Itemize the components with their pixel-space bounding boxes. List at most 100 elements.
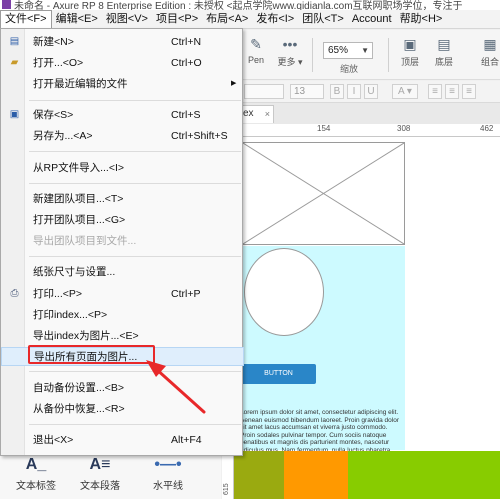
menu-item-print[interactable]: ⎙ 打印...<P> Ctrl+P [1, 285, 244, 303]
ruler-tick: 462 [480, 124, 494, 133]
horizontal-ruler: 154 308 462 [222, 124, 500, 137]
font-style-select[interactable] [244, 84, 284, 99]
menu-item-label: 退出<X> [33, 434, 74, 446]
align-right-button[interactable]: ≡ [462, 84, 476, 99]
menu-team[interactable]: 团队<T> [298, 10, 348, 29]
send-to-bottom-button[interactable]: ▤ 底层 [432, 36, 456, 68]
pen-icon: ✎ [250, 36, 262, 52]
new-file-icon: ▤ [9, 36, 20, 47]
menu-item-export-index-image[interactable]: 导出index为图片...<E> [1, 327, 244, 345]
menu-item-new-team-project[interactable]: 新建团队项目...<T> [1, 190, 244, 208]
widget-label: 水平线 [153, 481, 183, 492]
menu-item-print-index[interactable]: 打印index...<P> [1, 306, 244, 324]
widget-text-label[interactable]: A_ 文本标签 [6, 453, 66, 492]
menu-bar: 文件<F> 编辑<E> 视图<V> 项目<P> 布局<A> 发布<I> 团队<T… [0, 9, 500, 29]
bring-to-top-button[interactable]: ▣ 顶层 [398, 36, 422, 68]
menu-item-save[interactable]: ▣ 保存<S> Ctrl+S [1, 106, 244, 124]
menu-help[interactable]: 帮助<H> [396, 10, 447, 29]
ruler-tick: 308 [397, 124, 411, 133]
text-label-icon: A_ [25, 456, 47, 473]
menu-item-label: 打印...<P> [33, 288, 83, 300]
align-center-button[interactable]: ≡ [445, 84, 459, 99]
menu-edit[interactable]: 编辑<E> [52, 10, 102, 29]
group-button[interactable]: ▦ 组合 [478, 36, 500, 68]
color-block-green[interactable] [348, 451, 500, 499]
menu-separator [29, 424, 241, 425]
image-placeholder[interactable] [242, 142, 405, 245]
menu-item-label: 打开最近编辑的文件 [33, 78, 128, 90]
menu-arrange[interactable]: 布局<A> [202, 10, 252, 29]
menu-publish[interactable]: 发布<I> [252, 10, 298, 29]
menu-item-open-team-project[interactable]: 打开团队项目...<G> [1, 211, 244, 229]
menu-item-label: 新建<N> [33, 36, 74, 48]
zoom-label: 缩放 [340, 64, 359, 74]
menu-separator [29, 100, 241, 101]
menu-separator [29, 183, 241, 184]
open-folder-icon: ▰ [10, 57, 19, 68]
menu-item-label: 另存为...<A> [33, 130, 93, 142]
menu-item-label: 打开...<O> [33, 57, 84, 69]
menu-item-label: 从备份中恢复...<R> [33, 403, 125, 415]
underline-button[interactable]: U [364, 84, 378, 99]
color-block-olive[interactable] [234, 451, 284, 499]
menu-project[interactable]: 项目<P> [152, 10, 202, 29]
zoom-value: 65% [328, 45, 349, 56]
menu-item-new[interactable]: ▤ 新建<N> Ctrl+N [1, 33, 244, 51]
menu-item-label: 纸张尺寸与设置... [33, 266, 116, 278]
menu-item-label: 打开团队项目...<G> [33, 214, 126, 226]
color-block-orange[interactable] [284, 451, 348, 499]
menu-item-exit[interactable]: 退出<X> Alt+F4 [1, 431, 244, 449]
menu-item-shortcut: Alt+F4 [171, 434, 202, 446]
bottom-label: 底层 [434, 57, 453, 67]
widget-text-paragraph[interactable]: A≡ 文本段落 [70, 453, 130, 492]
menu-separator [29, 371, 241, 372]
close-icon[interactable]: × [265, 106, 270, 122]
more-tools[interactable]: ••• 更多 ▾ [277, 36, 303, 68]
submenu-arrow-icon: ▶ [231, 80, 237, 87]
menu-item-label: 打印index...<P> [33, 309, 108, 321]
menu-item-save-as[interactable]: 另存为...<A> Ctrl+Shift+S [1, 127, 244, 145]
button-widget[interactable]: BUTTON [241, 364, 316, 384]
zoom-select[interactable]: 65% ▼ [323, 42, 373, 59]
font-color-button[interactable]: A ▾ [392, 84, 418, 99]
menu-item-label: 从RP文件导入...<I> [33, 162, 125, 174]
menu-item-shortcut: Ctrl+S [171, 109, 201, 121]
widget-label: 文本标签 [16, 481, 56, 492]
pen-label: Pen [247, 55, 264, 65]
menu-item-page-setup[interactable]: 纸张尺寸与设置... [1, 263, 244, 281]
ruler-tick: 615 [223, 483, 230, 495]
top-label: 顶层 [400, 57, 419, 67]
widget-label: 文本段落 [80, 481, 120, 492]
menu-file[interactable]: 文件<F> [0, 9, 52, 29]
menu-item-restore-backup[interactable]: 从备份中恢复...<R> [1, 400, 244, 418]
menu-item-label: 自动备份设置...<B> [33, 382, 125, 394]
menu-item-open[interactable]: ▰ 打开...<O> Ctrl+O [1, 54, 244, 72]
font-size-select[interactable]: 13 [290, 84, 324, 99]
menu-separator [29, 151, 241, 152]
widget-horizontal-line[interactable]: •—• 水平线 [138, 453, 198, 492]
ellipse-shape[interactable] [244, 248, 324, 336]
bold-button[interactable]: B [330, 84, 344, 99]
menu-account[interactable]: Account [348, 10, 396, 29]
save-icon: ▣ [9, 109, 20, 120]
tab-label: ex [243, 108, 254, 119]
menu-item-import-rp[interactable]: 从RP文件导入...<I> [1, 159, 244, 177]
text-paragraph-icon: A≡ [89, 456, 111, 473]
more-label: 更多 ▾ [277, 57, 303, 67]
align-left-button[interactable]: ≡ [428, 84, 442, 99]
menu-item-shortcut: Ctrl+O [171, 57, 202, 69]
menu-item-shortcut: Ctrl+Shift+S [171, 130, 228, 142]
file-menu-dropdown: ▤ 新建<N> Ctrl+N ▰ 打开...<O> Ctrl+O 打开最近编辑的… [0, 28, 244, 456]
send-back-icon: ▤ [437, 36, 451, 52]
menu-item-auto-backup[interactable]: 自动备份设置...<B> [1, 379, 244, 397]
menu-item-recent-files[interactable]: 打开最近编辑的文件 ▶ [1, 75, 244, 93]
menu-item-label: 保存<S> [33, 109, 74, 121]
menu-view[interactable]: 视图<V> [102, 10, 152, 29]
italic-button[interactable]: I [347, 84, 361, 99]
print-icon: ⎙ [10, 288, 19, 299]
toolbar-divider [388, 38, 389, 72]
menu-item-label: 新建团队项目...<T> [33, 193, 124, 205]
pen-tool[interactable]: ✎ Pen [246, 36, 266, 65]
group-label: 组合 [480, 57, 499, 67]
app-icon [2, 0, 11, 9]
